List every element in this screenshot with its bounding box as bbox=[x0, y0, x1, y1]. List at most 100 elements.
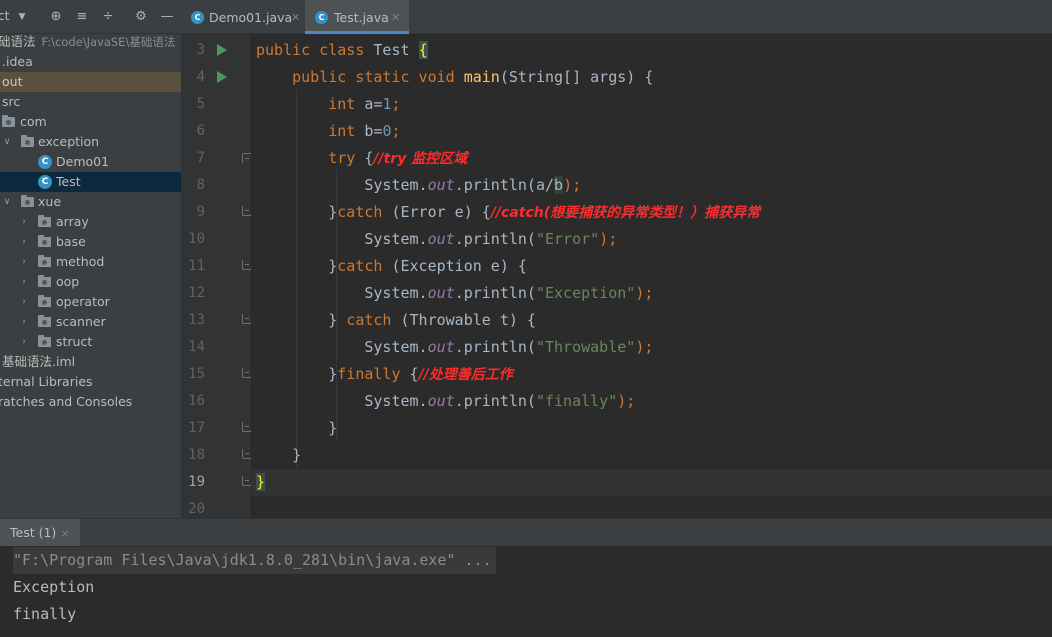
code-token: } bbox=[328, 419, 338, 437]
console-output-line: finally bbox=[13, 605, 77, 623]
code-line-10: System.out.println("Error"); bbox=[256, 226, 617, 253]
tab-demo01-java[interactable]: C Demo01.java ✕ bbox=[181, 0, 305, 34]
tree-item-label: .idea bbox=[2, 54, 33, 69]
chevron-right-icon[interactable]: › bbox=[19, 232, 29, 252]
chevron-down-icon[interactable]: ∨ bbox=[2, 132, 12, 152]
code-token: Test bbox=[373, 41, 419, 59]
code-token: System. bbox=[364, 392, 428, 410]
close-icon[interactable]: ✕ bbox=[391, 0, 400, 36]
code-token: out bbox=[427, 230, 455, 248]
line-number: 4 bbox=[196, 69, 205, 85]
chevron-right-icon[interactable]: › bbox=[19, 292, 29, 312]
run-class-icon[interactable] bbox=[217, 44, 227, 56]
code-token: ); bbox=[635, 284, 654, 302]
chevron-right-icon[interactable]: › bbox=[19, 212, 29, 232]
close-icon[interactable]: × bbox=[60, 527, 69, 540]
run-main-icon[interactable] bbox=[217, 71, 227, 83]
code-line-13: } catch (Throwable t) { bbox=[256, 307, 536, 334]
code-token: } bbox=[292, 446, 302, 464]
tree-item-label: Test bbox=[56, 174, 81, 189]
tree-item-label: base bbox=[56, 234, 86, 249]
chevron-right-icon[interactable]: › bbox=[19, 252, 29, 272]
project-view-title[interactable]: ct bbox=[0, 9, 9, 23]
tree-item-operator[interactable]: › operator bbox=[0, 292, 181, 312]
code-line-17: } bbox=[256, 415, 337, 442]
project-root-path: F:\code\JavaSE\基础语法 bbox=[41, 35, 176, 49]
code-token: main bbox=[463, 68, 500, 86]
code-comment: //try 监控区域 bbox=[373, 151, 468, 167]
folder-icon bbox=[38, 275, 51, 287]
tree-item-root[interactable]: 础语法 F:\code\JavaSE\基础语法 bbox=[0, 32, 181, 52]
expand-all-icon[interactable]: ≡ bbox=[74, 9, 90, 25]
tree-item-out[interactable]: out bbox=[0, 72, 181, 92]
tree-item-iml[interactable]: 基础语法.iml bbox=[0, 352, 181, 372]
tree-item-com[interactable]: com bbox=[0, 112, 181, 132]
close-icon[interactable]: ✕ bbox=[291, 0, 300, 36]
line-number: 15 bbox=[188, 366, 205, 382]
tree-item-method[interactable]: › method bbox=[0, 252, 181, 272]
tree-item-label: struct bbox=[56, 334, 93, 349]
chevron-down-icon[interactable]: ∨ bbox=[2, 192, 12, 212]
chevron-down-icon[interactable]: ▼ bbox=[14, 9, 30, 25]
code-token: "Exception" bbox=[535, 284, 636, 302]
minimize-icon[interactable]: — bbox=[159, 9, 175, 25]
code-line-7: try {//try 监控区域 bbox=[256, 145, 467, 172]
code-comment: //处理善后工作 bbox=[418, 367, 513, 383]
locate-icon[interactable]: ⊕ bbox=[48, 9, 64, 25]
console-command-line[interactable]: "F:\Program Files\Java\jdk1.8.0_281\bin\… bbox=[13, 547, 496, 574]
tree-item-exception[interactable]: ∨ exception bbox=[0, 132, 181, 152]
run-tool-window-header: Test (1) × bbox=[0, 518, 1052, 547]
code-line-18: } bbox=[256, 442, 301, 469]
code-token: public static void bbox=[292, 68, 464, 86]
code-token: (Exception e) { bbox=[391, 257, 527, 275]
tree-item-src[interactable]: src bbox=[0, 92, 181, 112]
tree-item-struct[interactable]: › struct bbox=[0, 332, 181, 352]
collapse-all-icon[interactable]: ÷ bbox=[100, 9, 116, 25]
line-number: 9 bbox=[196, 204, 205, 220]
run-console[interactable]: "F:\Program Files\Java\jdk1.8.0_281\bin\… bbox=[0, 546, 1052, 637]
gear-icon[interactable]: ⚙ bbox=[133, 9, 149, 25]
project-root-name: 础语法 bbox=[0, 34, 36, 49]
code-token: int bbox=[328, 122, 365, 140]
chevron-right-icon[interactable]: › bbox=[19, 312, 29, 332]
code-token: .println( bbox=[454, 230, 536, 248]
code-editor[interactable]: public class Test { public static void m… bbox=[251, 35, 1052, 518]
tree-item-demo01[interactable]: C Demo01 bbox=[0, 152, 181, 172]
project-panel: ct ▼ ⊕ ≡ ÷ ⚙ — 础语法 F:\code\JavaSE\基础语法 .i… bbox=[0, 0, 181, 518]
folder-icon bbox=[21, 195, 34, 207]
line-number: 5 bbox=[196, 96, 205, 112]
run-tab-label: Test (1) bbox=[10, 525, 57, 540]
tree-item-label: out bbox=[2, 74, 23, 89]
chevron-right-icon[interactable]: › bbox=[19, 332, 29, 352]
chevron-right-icon[interactable]: › bbox=[19, 272, 29, 292]
tree-item-array[interactable]: › array bbox=[0, 212, 181, 232]
folder-icon bbox=[38, 255, 51, 267]
code-token: out bbox=[427, 284, 455, 302]
tree-item-oop[interactable]: › oop bbox=[0, 272, 181, 292]
tree-item-external-libraries[interactable]: ternal Libraries bbox=[0, 372, 181, 392]
tree-item-xue[interactable]: ∨ xue bbox=[0, 192, 181, 212]
tree-item-scanner[interactable]: › scanner bbox=[0, 312, 181, 332]
run-tab[interactable]: Test (1) × bbox=[0, 519, 80, 547]
code-token: catch bbox=[337, 257, 392, 275]
java-class-icon: C bbox=[38, 155, 52, 169]
code-line-8: System.out.println(a/b); bbox=[256, 172, 581, 199]
line-number: 18 bbox=[188, 447, 205, 463]
code-line-15: }finally {//处理善后工作 bbox=[256, 361, 513, 388]
editor-gutter[interactable]: 3 4 5 6 7 8 9 10 11 12 13 14 15 16 17 18… bbox=[181, 35, 252, 518]
tab-label: Demo01.java bbox=[209, 10, 293, 25]
folder-icon bbox=[38, 295, 51, 307]
tree-item-test[interactable]: C Test bbox=[0, 172, 181, 192]
tree-item-base[interactable]: › base bbox=[0, 232, 181, 252]
code-comment: //catch(想要捕获的异常类型！）捕获异常 bbox=[490, 205, 761, 221]
line-number: 3 bbox=[196, 42, 205, 58]
tree-item-idea[interactable]: .idea bbox=[0, 52, 181, 72]
tab-test-java[interactable]: C Test.java ✕ bbox=[305, 0, 409, 34]
folder-icon bbox=[38, 215, 51, 227]
code-line-9: }catch (Error e) {//catch(想要捕获的异常类型！）捕获异… bbox=[256, 199, 760, 226]
tree-item-scratches[interactable]: ratches and Consoles bbox=[0, 392, 181, 412]
code-token: finally bbox=[337, 365, 410, 383]
tree-item-label: method bbox=[56, 254, 105, 269]
tree-item-label: src bbox=[2, 94, 21, 109]
code-token: System. bbox=[364, 176, 428, 194]
